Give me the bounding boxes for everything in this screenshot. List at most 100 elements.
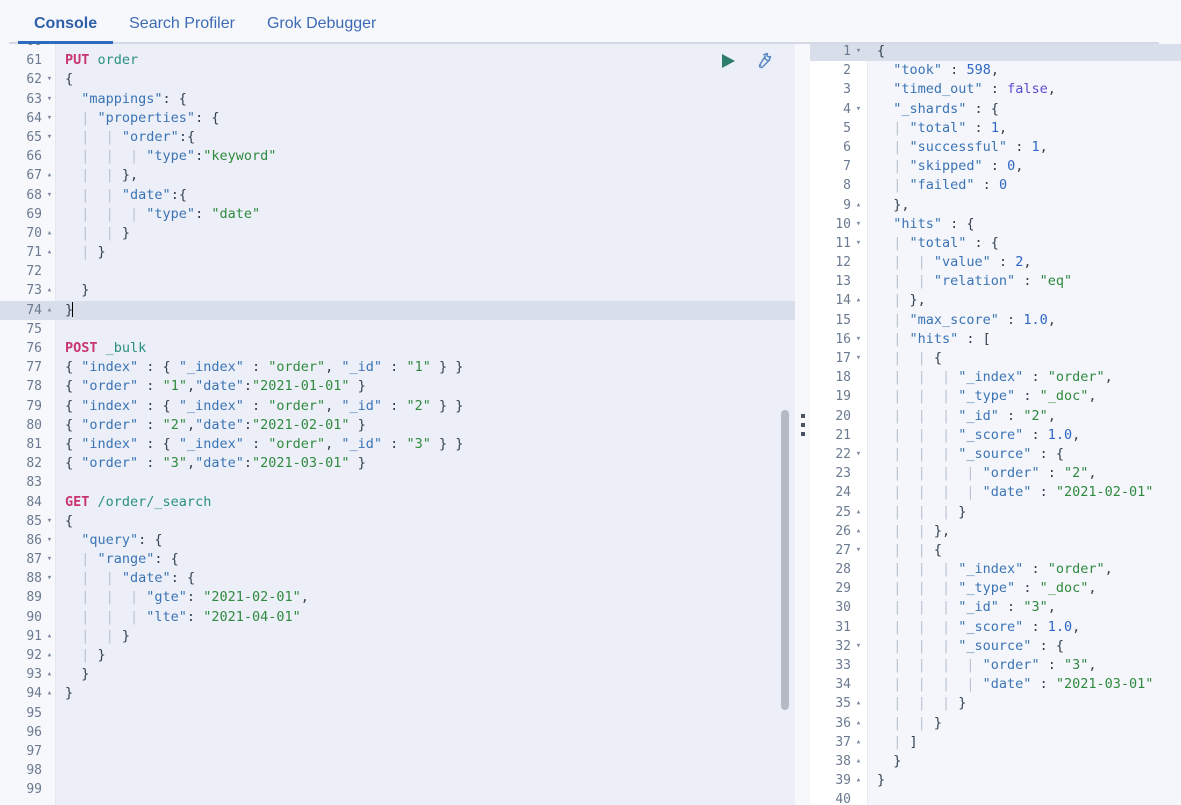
code-line[interactable]: 79 { "index" : { "_index" : "order", "_id… xyxy=(0,397,795,416)
code-line[interactable]: 64 ▾ | "properties": { xyxy=(0,109,795,128)
fold-toggle-icon[interactable]: ▴ xyxy=(852,752,865,771)
code-line[interactable]: 72 xyxy=(0,262,795,281)
code-line[interactable]: 39 ▴} xyxy=(810,771,1181,790)
fold-toggle-icon[interactable]: ▴ xyxy=(852,196,865,215)
pane-splitter[interactable] xyxy=(795,44,810,805)
code-line[interactable]: 20 | | | "_id" : "2", xyxy=(810,407,1181,426)
code-line[interactable]: 18 | | | "_index" : "order", xyxy=(810,368,1181,387)
fold-toggle-icon[interactable]: ▾ xyxy=(43,70,56,89)
code-line[interactable]: 19 | | | "_type" : "_doc", xyxy=(810,387,1181,406)
code-line[interactable]: 14 ▴ | }, xyxy=(810,291,1181,310)
tab-search-profiler[interactable]: Search Profiler xyxy=(113,16,251,44)
code-line[interactable]: 35 ▴ | | | } xyxy=(810,694,1181,713)
code-line[interactable]: 25 ▴ | | | } xyxy=(810,503,1181,522)
code-line[interactable]: 62 ▾ { xyxy=(0,70,795,89)
code-line[interactable]: 96 xyxy=(0,723,795,742)
code-line[interactable]: 38 ▴ } xyxy=(810,752,1181,771)
tab-console[interactable]: Console xyxy=(18,16,114,44)
fold-toggle-icon[interactable]: ▴ xyxy=(43,166,56,185)
code-line[interactable]: 23 | | | | "order" : "2", xyxy=(810,464,1181,483)
code-line[interactable]: 74 ▴} xyxy=(0,300,795,320)
code-line[interactable]: 36 ▴ | | } xyxy=(810,714,1181,733)
code-line[interactable]: 2 "took" : 598, xyxy=(810,61,1181,80)
code-line[interactable]: 13 | | "relation" : "eq" xyxy=(810,272,1181,291)
code-line[interactable]: 73 ▴ } xyxy=(0,281,795,300)
code-line[interactable]: 17 ▾ | | { xyxy=(810,349,1181,368)
code-line[interactable]: 68 ▾ | | "date":{ xyxy=(0,186,795,205)
code-line[interactable]: 27 ▾ | | { xyxy=(810,541,1181,560)
code-line[interactable]: 3 "timed_out" : false, xyxy=(810,80,1181,99)
code-line[interactable]: 99 xyxy=(0,780,795,799)
code-line[interactable]: 75 xyxy=(0,320,795,339)
fold-toggle-icon[interactable]: ▾ xyxy=(852,330,865,349)
tab-grok-debugger[interactable]: Grok Debugger xyxy=(251,16,392,44)
code-line[interactable]: 98 xyxy=(0,761,795,780)
code-line[interactable]: 70 ▴ | | } xyxy=(0,224,795,243)
code-line[interactable]: 8 | "failed" : 0 xyxy=(810,176,1181,195)
code-line[interactable]: 83 xyxy=(0,473,795,492)
code-line[interactable]: 28 | | | "_index" : "order", xyxy=(810,560,1181,579)
code-line[interactable]: 34 | | | | "date" : "2021-03-01" xyxy=(810,675,1181,694)
fold-toggle-icon[interactable]: ▴ xyxy=(43,301,56,320)
code-line[interactable]: 37 ▴ | ] xyxy=(810,733,1181,752)
code-line[interactable]: 85 ▾ { xyxy=(0,512,795,531)
fold-toggle-icon[interactable]: ▾ xyxy=(852,215,865,234)
editor-code-lines[interactable]: 6061PUT order62▾{63▾ "mappings": {64▾ | … xyxy=(0,44,795,800)
code-line[interactable]: 21 | | | "_score" : 1.0, xyxy=(810,426,1181,445)
fold-toggle-icon[interactable]: ▾ xyxy=(852,541,865,560)
code-line[interactable]: 84 GET /order/_search xyxy=(0,493,795,512)
code-line[interactable]: 11 ▾ | "total" : { xyxy=(810,234,1181,253)
fold-toggle-icon[interactable]: ▾ xyxy=(852,234,865,253)
fold-toggle-icon[interactable]: ▴ xyxy=(43,684,56,703)
fold-toggle-icon[interactable]: ▾ xyxy=(43,512,56,531)
code-line[interactable]: 67 ▴ | | }, xyxy=(0,166,795,185)
fold-toggle-icon[interactable]: ▴ xyxy=(852,714,865,733)
code-line[interactable]: 6 | "successful" : 1, xyxy=(810,138,1181,157)
code-line[interactable]: 66 | | | "type":"keyword" xyxy=(0,147,795,166)
code-line[interactable]: 92 ▴ | } xyxy=(0,646,795,665)
fold-toggle-icon[interactable]: ▾ xyxy=(852,637,865,656)
fold-toggle-icon[interactable]: ▾ xyxy=(43,109,56,128)
code-line[interactable]: 5 | "total" : 1, xyxy=(810,119,1181,138)
code-line[interactable]: 1 ▾ { xyxy=(810,44,1181,62)
fold-toggle-icon[interactable]: ▴ xyxy=(852,522,865,541)
code-line[interactable]: 4 ▾ "_shards" : { xyxy=(810,100,1181,119)
code-line[interactable]: 88 ▾ | | "date": { xyxy=(0,569,795,588)
code-line[interactable]: 7 | "skipped" : 0, xyxy=(810,157,1181,176)
code-line[interactable]: 60 xyxy=(0,44,795,51)
code-line[interactable]: 33 | | | | "order" : "3", xyxy=(810,656,1181,675)
fold-toggle-icon[interactable]: ▴ xyxy=(852,291,865,310)
code-line[interactable]: 76 POST _bulk xyxy=(0,339,795,358)
code-line[interactable]: 91 ▴ | | } xyxy=(0,627,795,646)
fold-toggle-icon[interactable]: ▴ xyxy=(43,243,56,262)
code-line[interactable]: 81 { "index" : { "_index" : "order", "_id… xyxy=(0,435,795,454)
editor-vertical-scrollbar[interactable] xyxy=(781,410,789,710)
fold-toggle-icon[interactable]: ▾ xyxy=(852,100,865,119)
fold-toggle-icon[interactable]: ▾ xyxy=(43,531,56,550)
code-line[interactable]: 24 | | | | "date" : "2021-02-01" xyxy=(810,483,1181,502)
code-line[interactable]: 94 ▴} xyxy=(0,684,795,703)
fold-toggle-icon[interactable]: ▾ xyxy=(43,569,56,588)
code-line[interactable]: 86 ▾ "query": { xyxy=(0,531,795,550)
code-line[interactable]: 63 ▾ "mappings": { xyxy=(0,90,795,109)
fold-toggle-icon[interactable]: ▴ xyxy=(43,224,56,243)
code-line[interactable]: 93 ▴ } xyxy=(0,665,795,684)
code-line[interactable]: 26 ▴ | | }, xyxy=(810,522,1181,541)
fold-toggle-icon[interactable]: ▾ xyxy=(43,550,56,569)
fold-toggle-icon[interactable]: ▾ xyxy=(43,90,56,109)
fold-toggle-icon[interactable]: ▾ xyxy=(852,44,865,61)
response-code-lines[interactable]: 1 ▾{2 "took" : 598, 3 "timed_out" : false,… xyxy=(810,44,1181,805)
code-line[interactable]: 82 { "order" : "3","date":"2021-03-01" } xyxy=(0,454,795,473)
fold-toggle-icon[interactable]: ▴ xyxy=(43,646,56,665)
response-output-pane[interactable]: 1 ▾{2 "took" : 598, 3 "timed_out" : false,… xyxy=(810,44,1181,805)
fold-toggle-icon[interactable]: ▾ xyxy=(852,349,865,368)
code-line[interactable]: 22 ▾ | | | "_source" : { xyxy=(810,445,1181,464)
code-line[interactable]: 69 | | | "type": "date" xyxy=(0,205,795,224)
code-line[interactable]: 9 ▴ }, xyxy=(810,196,1181,215)
code-line[interactable]: 78 { "order" : "1","date":"2021-01-01" } xyxy=(0,377,795,396)
code-line[interactable]: 97 xyxy=(0,742,795,761)
fold-toggle-icon[interactable]: ▴ xyxy=(852,503,865,522)
fold-toggle-icon[interactable]: ▴ xyxy=(852,694,865,713)
code-line[interactable]: 32 ▾ | | | "_source" : { xyxy=(810,637,1181,656)
fold-toggle-icon[interactable]: ▾ xyxy=(852,445,865,464)
